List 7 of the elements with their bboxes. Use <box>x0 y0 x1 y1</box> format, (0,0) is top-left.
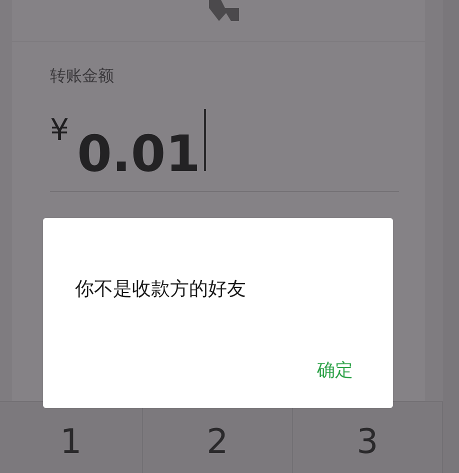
confirm-button[interactable]: 确定 <box>317 358 353 382</box>
dialog-message: 你不是收款方的好友 <box>75 277 247 302</box>
text-cursor-icon <box>204 109 206 171</box>
amount-value: 0.01 <box>77 129 200 179</box>
logo-icon <box>208 0 238 21</box>
currency-symbol: ¥ <box>50 113 70 148</box>
amount-label: 转账金额 <box>50 66 115 87</box>
